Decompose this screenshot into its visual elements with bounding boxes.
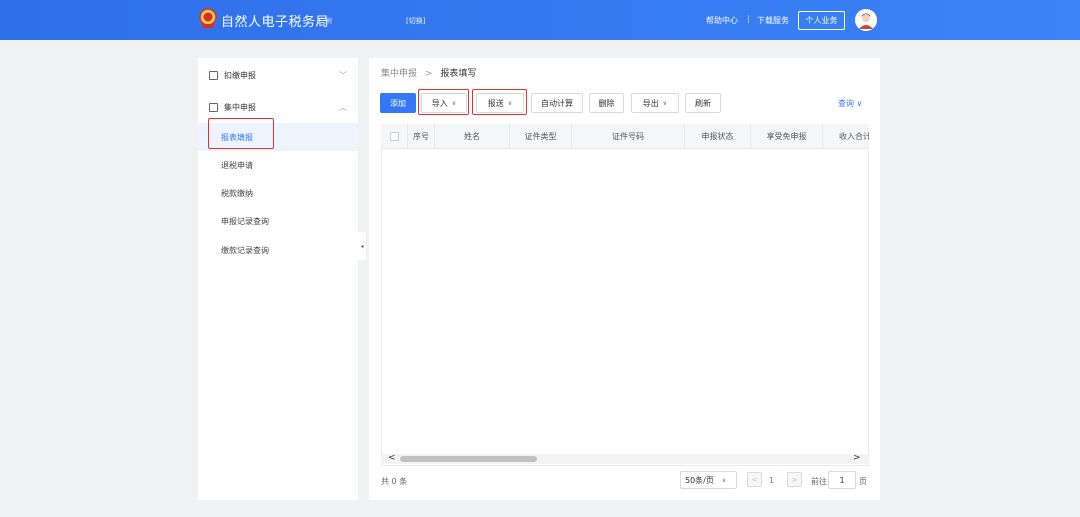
sidebar-collapse-handle[interactable]: ◂	[358, 232, 366, 260]
breadcrumb-separator: >	[424, 69, 433, 79]
table-header-cell: 证件号码	[572, 124, 685, 149]
sidebar-item-tax-payment[interactable]: 税款缴纳	[198, 179, 358, 207]
chevron-down-icon: ∨	[721, 476, 727, 484]
sidebar-item-label: 报表填报	[221, 132, 253, 142]
sidebar-item-label: 税款缴纳	[221, 188, 253, 198]
breadcrumb: 集中申报 > 报表填写	[381, 66, 476, 79]
scroll-left-icon[interactable]: <	[388, 453, 396, 463]
help-center-link[interactable]: 帮助中心	[706, 15, 738, 26]
import-label: 导入	[431, 98, 448, 108]
sidebar-item-declaration-records[interactable]: 申报记录查询	[198, 207, 358, 235]
sidebar-item-label: 缴款记录查询	[221, 245, 269, 255]
main-panel: 集中申报 > 报表填写 添加 导入 ∨ 报送 ∨ 自动计算 删除 导出 ∨ 刷新…	[369, 58, 880, 500]
add-button[interactable]: 添加	[380, 93, 416, 113]
import-button[interactable]: 导入 ∨	[421, 93, 467, 113]
personal-business-button[interactable]: 个人业务	[798, 11, 845, 30]
submit-label: 报送	[487, 98, 504, 108]
user-avatar[interactable]	[855, 9, 877, 31]
table-header-cell: 姓名	[435, 124, 510, 149]
export-label: 导出	[642, 98, 659, 108]
table-header-cell: 证件类型	[510, 124, 572, 149]
horizontal-scrollbar[interactable]: < >	[381, 453, 869, 464]
nav-separator: |	[747, 14, 750, 23]
table-header-select	[381, 124, 408, 149]
sidebar-group-label: 扣缴申报	[224, 70, 256, 80]
chevron-up-icon: ︿	[339, 102, 347, 112]
sidebar-item-refund[interactable]: 退税申请	[198, 151, 358, 179]
scrollbar-thumb[interactable]	[400, 456, 537, 462]
refresh-button[interactable]: 刷新	[685, 93, 721, 113]
chevron-down-icon: ∨	[507, 99, 513, 107]
city-label: 广州	[318, 17, 332, 25]
chevron-down-icon: ∨	[662, 99, 668, 107]
goto-page-input[interactable]: 1	[828, 471, 856, 489]
chevron-down-icon: ∨	[856, 99, 863, 108]
sidebar-group-label: 集中申报	[224, 102, 256, 112]
table-header-cell: 享受免申报	[751, 124, 823, 149]
sidebar-item-payment-records[interactable]: 缴款记录查询	[198, 236, 358, 264]
switch-city-link[interactable]: [切换]	[406, 16, 425, 26]
page-size-value: 50条/页	[685, 475, 714, 485]
auto-calc-button[interactable]: 自动计算	[531, 93, 583, 113]
sidebar: 扣缴申报 ﹀ 集中申报 ︿ 报表填报 退税申请 税款缴纳 申报记录查询 缴款记录…	[198, 58, 358, 500]
current-page[interactable]: 1	[769, 476, 774, 485]
delete-button[interactable]: 删除	[589, 93, 624, 113]
submit-button[interactable]: 报送 ∨	[476, 93, 524, 113]
table-header: 序号 姓名 证件类型 证件号码 申报状态 享受免申报 收入合计	[381, 124, 869, 149]
sidebar-group-centralized[interactable]: 集中申报 ︿	[198, 91, 358, 123]
sidebar-item-report-fill[interactable]: 报表填报	[198, 123, 358, 151]
document-icon	[209, 70, 218, 80]
top-header: 自然人电子税务局 广州 [切换] 帮助中心 | 下载服务 个人业务	[0, 0, 1080, 40]
goto-label: 前往	[811, 477, 827, 486]
chevron-down-icon: ∨	[451, 99, 457, 107]
document-icon	[209, 102, 218, 112]
sidebar-item-label: 退税申请	[221, 160, 253, 170]
tax-emblem-icon	[198, 8, 218, 30]
page-size-select[interactable]: 50条/页 ∨	[680, 471, 737, 489]
next-page-button[interactable]: >	[787, 472, 802, 487]
select-all-checkbox[interactable]	[389, 132, 399, 141]
chevron-down-icon: ﹀	[339, 70, 347, 80]
sidebar-group-withholding[interactable]: 扣缴申报 ﹀	[198, 59, 358, 91]
export-button[interactable]: 导出 ∨	[631, 93, 679, 113]
sidebar-item-label: 申报记录查询	[221, 216, 269, 226]
breadcrumb-parent[interactable]: 集中申报	[381, 69, 417, 79]
site-title: 自然人电子税务局	[221, 15, 330, 30]
breadcrumb-current: 报表填写	[440, 69, 477, 79]
total-count: 共 0 条	[381, 477, 408, 486]
goto-unit-label: 页	[859, 477, 867, 486]
table-header-cell: 序号	[408, 124, 435, 149]
query-label: 查询	[838, 99, 854, 108]
prev-page-button[interactable]: <	[747, 472, 762, 487]
table-header-cell: 申报状态	[685, 124, 751, 149]
table-header-cell: 收入合计	[839, 132, 869, 141]
query-toggle[interactable]: 查询 ∨	[838, 98, 862, 109]
scroll-right-icon[interactable]: >	[853, 453, 861, 463]
download-service-link[interactable]: 下载服务	[757, 15, 789, 26]
